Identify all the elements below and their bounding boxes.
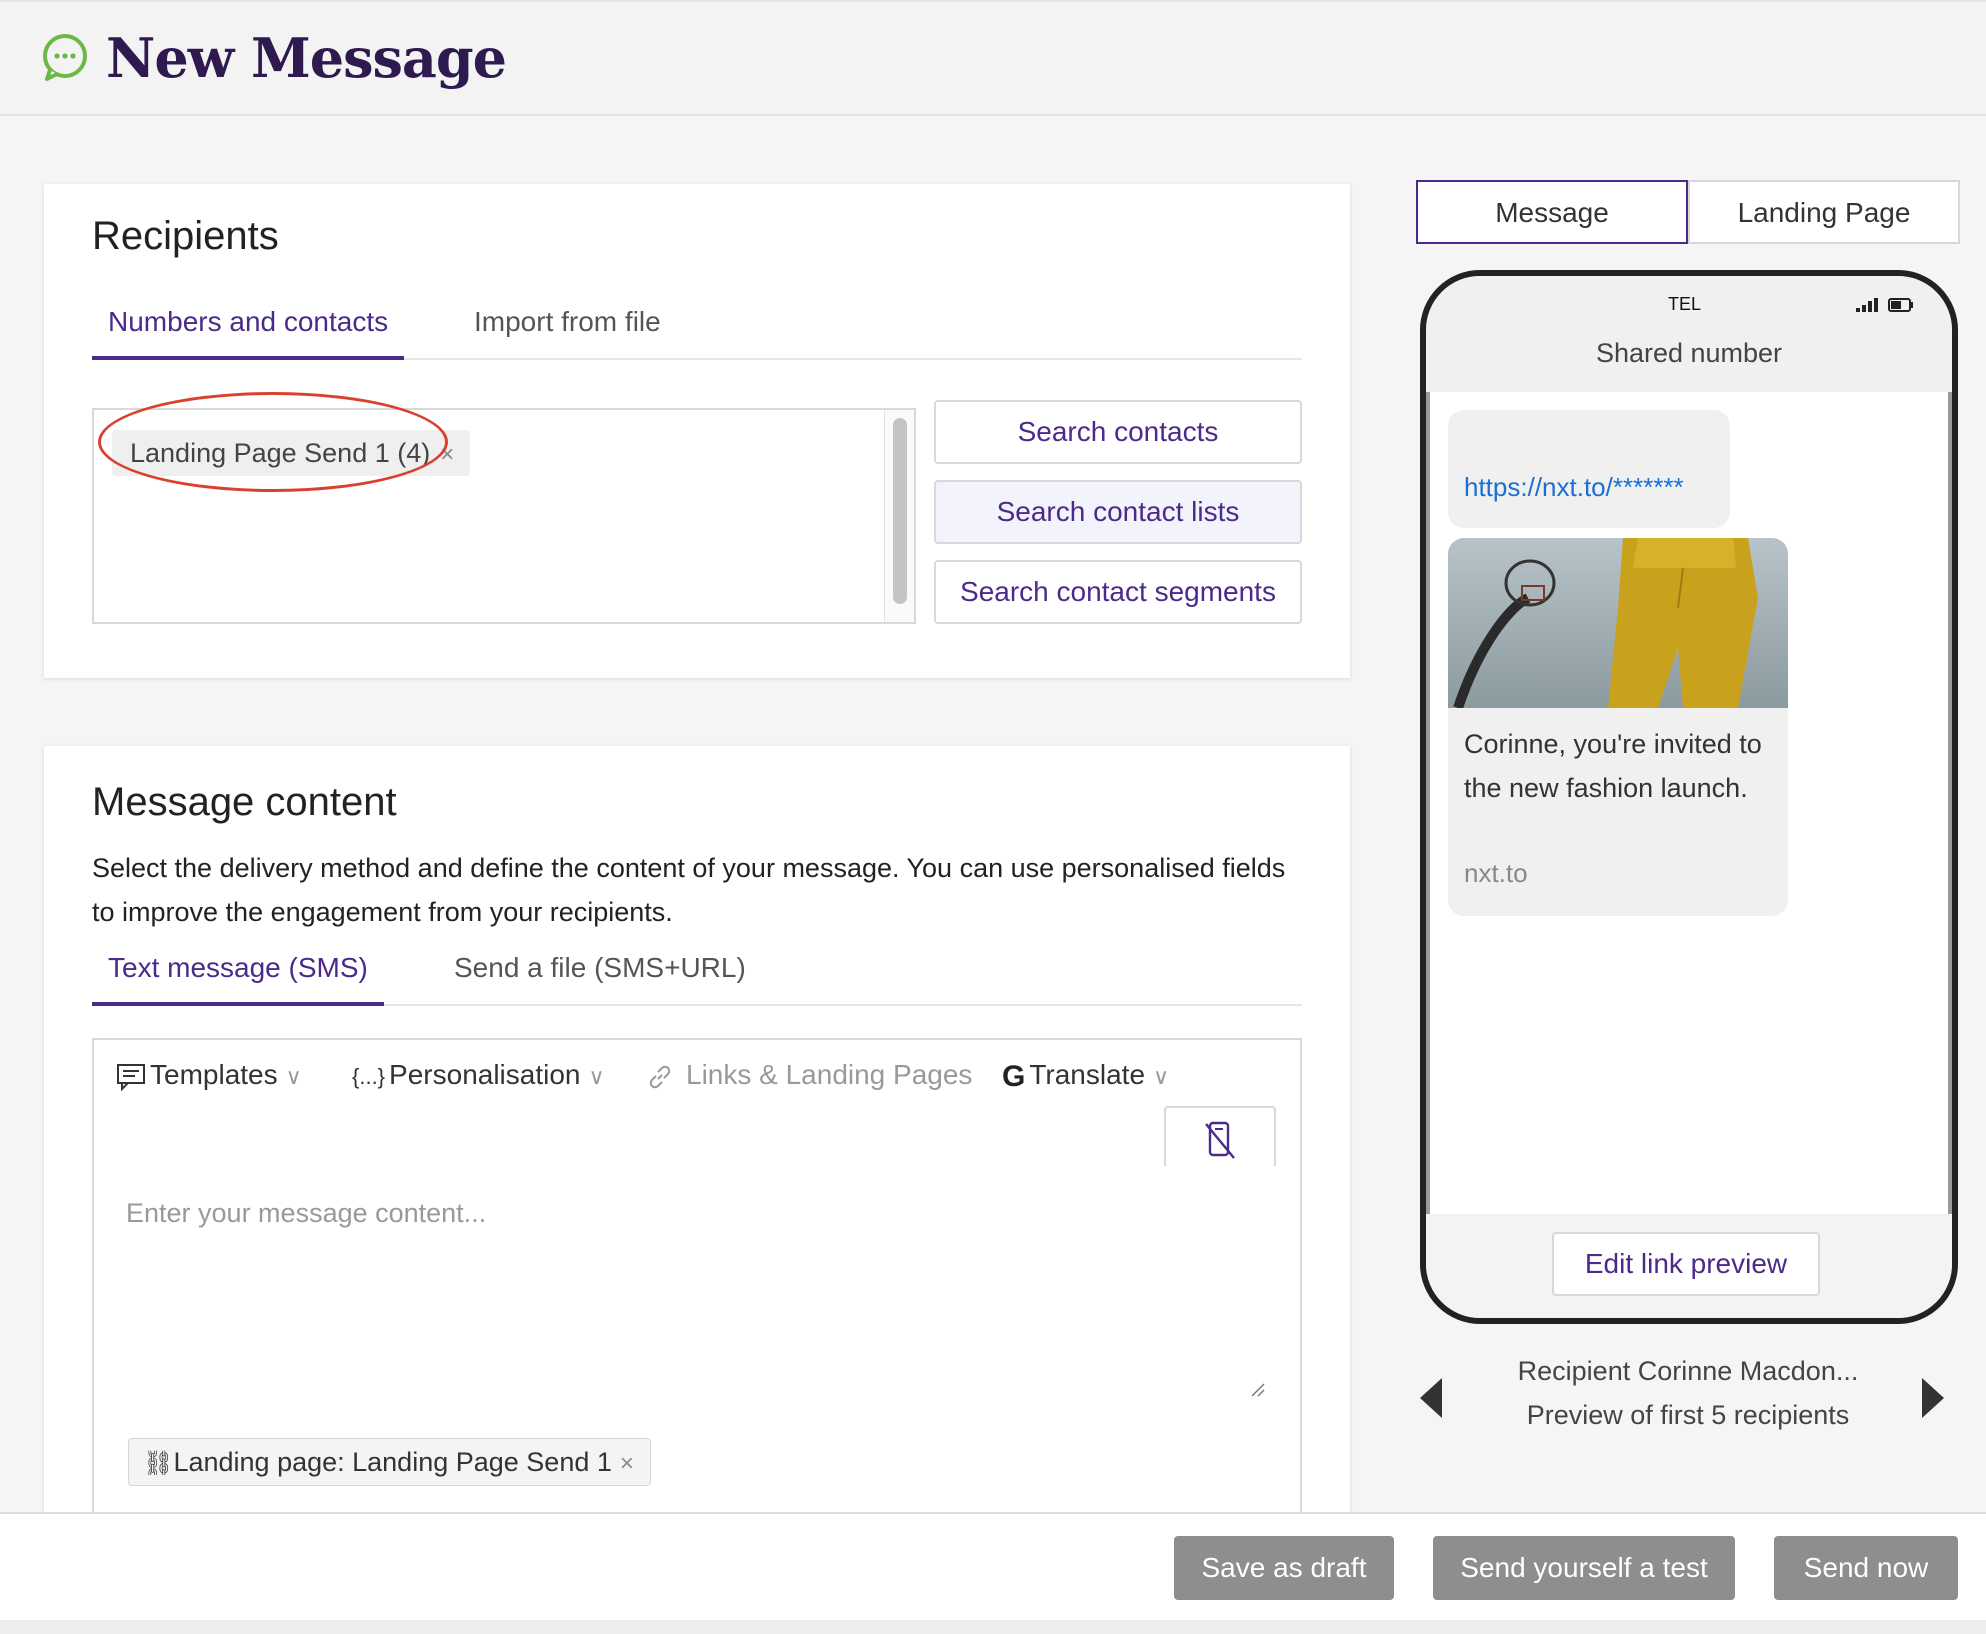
resize-handle-icon[interactable] (1248, 1380, 1266, 1398)
chevron-down-icon: ∨ (285, 1064, 302, 1089)
recipient-chip-label: Landing Page Send 1 (4) (130, 438, 431, 468)
link-preview-title: Corinne, you're invited to the new fashi… (1464, 729, 1762, 803)
footer-action-bar: Save as draft Send yourself a test Send … (0, 1512, 1986, 1622)
recipients-input-box[interactable]: Landing Page Send 1 (4) × (92, 408, 916, 624)
phone-status-area: TEL Shared number (1426, 276, 1952, 392)
battery-icon (1888, 298, 1913, 312)
phone-bottom-bar: Edit link preview (1426, 1214, 1952, 1318)
chat-bubble-icon (43, 34, 87, 81)
message-bubble: https://nxt.to/******* (1448, 410, 1730, 528)
signal-icon (1856, 298, 1878, 312)
recipients-heading: Recipients (92, 214, 279, 258)
link-preview-card[interactable]: Corinne, you're invited to the new fashi… (1448, 538, 1788, 916)
templates-icon (117, 1063, 145, 1091)
links-landing-pages-button[interactable]: Links & Landing Pages (646, 1052, 972, 1098)
recipients-tabs: Numbers and contacts Import from file (92, 294, 1302, 360)
translate-label: Translate (1029, 1059, 1146, 1090)
search-contact-lists-button[interactable]: Search contact lists (934, 480, 1302, 544)
templates-label: Templates (150, 1059, 278, 1090)
link-icon (649, 1065, 671, 1088)
scrollbar-thumb[interactable] (893, 418, 907, 604)
translate-dropdown[interactable]: G Translate ∨ (1002, 1052, 1169, 1100)
message-content-card: Message content Select the delivery meth… (44, 746, 1350, 1526)
tab-import-from-file[interactable]: Import from file (458, 294, 677, 360)
message-content-description: Select the delivery method and define th… (92, 853, 1286, 927)
tab-send-a-file[interactable]: Send a file (SMS+URL) (438, 940, 762, 1006)
landing-page-chip: ⛓Landing page: Landing Page Send 1 × (128, 1438, 651, 1486)
templates-dropdown[interactable]: Templates ∨ (116, 1052, 302, 1100)
landing-page-chip-label: Landing page: Landing Page Send 1 (173, 1447, 612, 1477)
next-recipient-arrow-icon[interactable] (1920, 1376, 1946, 1420)
tab-landing-page-preview[interactable]: Landing Page (1688, 180, 1960, 244)
recipient-navigation: Recipient Corinne Macdon... Preview of f… (1416, 1350, 1960, 1450)
content-tabs: Text message (SMS) Send a file (SMS+URL) (92, 940, 1302, 1006)
search-contact-segments-button[interactable]: Search contact segments (934, 560, 1302, 624)
chip-remove-icon[interactable]: × (440, 441, 454, 468)
recipient-preview-subtitle: Preview of first 5 recipients (1526, 1400, 1850, 1430)
editor-toolbar: Templates ∨ {...} Personalisation ∨ Links &… (92, 1038, 1302, 1168)
footer-strip (0, 1620, 1986, 1634)
personalisation-label: Personalisation (389, 1059, 581, 1090)
send-now-button[interactable]: Send now (1774, 1536, 1958, 1600)
chip-remove-icon[interactable]: × (620, 1450, 634, 1477)
preview-link[interactable]: https://nxt.to/******* (1464, 472, 1684, 503)
preview-tabs: Message Landing Page (1416, 180, 1960, 244)
recipients-card: Recipients Numbers and contacts Import f… (44, 184, 1350, 678)
mobile-preview-toggle[interactable] (1164, 1106, 1276, 1168)
page-title: New Message (106, 26, 507, 90)
edit-link-preview-button[interactable]: Edit link preview (1552, 1232, 1820, 1296)
message-placeholder: Enter your message content... (126, 1198, 487, 1228)
link-preview-domain: nxt.to (1464, 858, 1528, 888)
phone-preview: TEL Shared number https://nxt.to/******* (1420, 270, 1958, 1324)
personalisation-dropdown[interactable]: {...} Personalisation ∨ (352, 1052, 605, 1100)
search-contacts-button[interactable]: Search contacts (934, 400, 1302, 464)
link-icon: ⛓ (143, 1450, 174, 1477)
tab-text-message-sms[interactable]: Text message (SMS) (92, 940, 384, 1006)
message-content-heading: Message content (92, 780, 397, 824)
send-yourself-a-test-button[interactable]: Send yourself a test (1433, 1536, 1735, 1600)
sender-label: Shared number (1595, 338, 1783, 368)
chevron-down-icon: ∨ (588, 1064, 605, 1089)
personalisation-icon: {...} (352, 1063, 386, 1089)
save-as-draft-button[interactable]: Save as draft (1174, 1536, 1394, 1600)
tab-message-preview[interactable]: Message (1416, 180, 1688, 244)
tab-numbers-and-contacts[interactable]: Numbers and contacts (92, 294, 405, 360)
page-header: New Message (0, 0, 1986, 116)
recipient-name: Recipient Corinne Macdon... (1517, 1356, 1859, 1386)
chevron-down-icon: ∨ (1153, 1064, 1170, 1089)
recipients-scrollbar[interactable] (884, 410, 914, 622)
links-label: Links & Landing Pages (686, 1059, 973, 1090)
google-g-icon: G (1002, 1059, 1026, 1093)
recipient-chip: Landing Page Send 1 (4) × (112, 430, 471, 476)
link-preview-image (1448, 538, 1788, 708)
mobile-off-icon (1205, 1121, 1235, 1159)
message-textarea[interactable]: Enter your message content... ⛓Landing p… (92, 1166, 1302, 1526)
carrier-label: TEL (1668, 294, 1702, 314)
